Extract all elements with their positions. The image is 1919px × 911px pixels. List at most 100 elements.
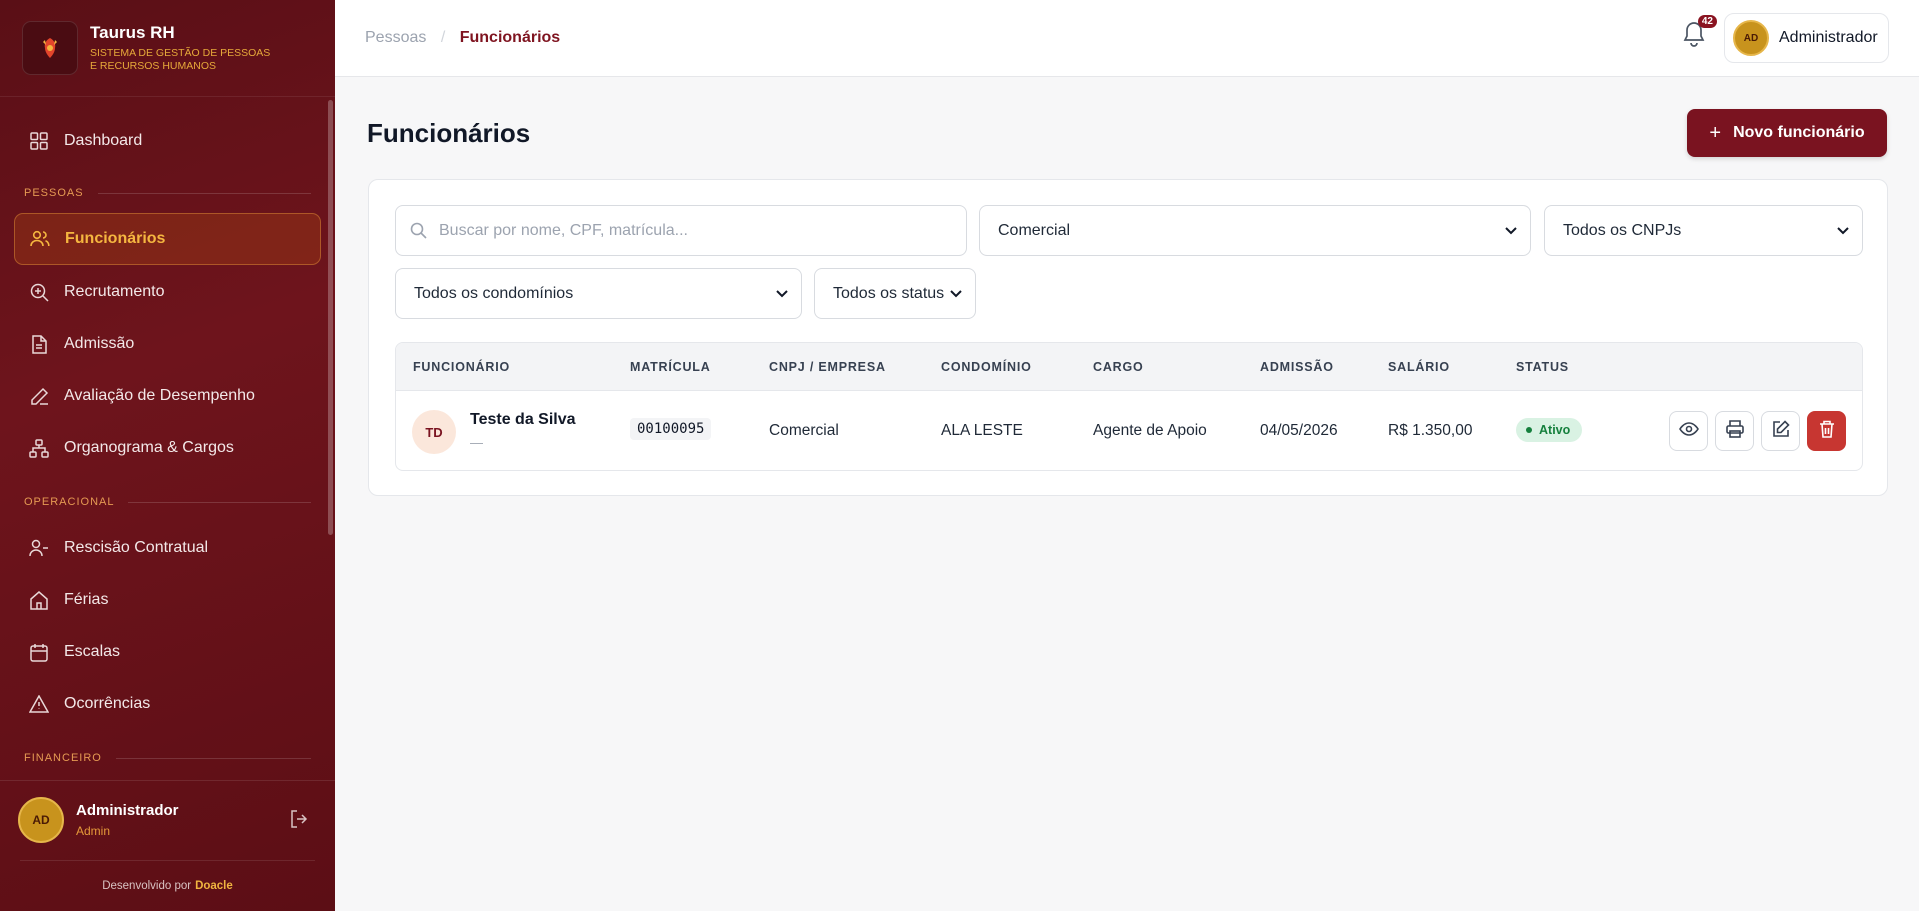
col-status[interactable]: STATUS xyxy=(1516,360,1569,374)
home-icon xyxy=(28,589,50,611)
grid-icon xyxy=(28,130,50,152)
document-icon xyxy=(28,333,50,355)
status-badge: Ativo xyxy=(1516,418,1583,442)
condominio-select[interactable]: Todos os condomínios xyxy=(395,268,802,319)
sidebar-item-label: Recrutamento xyxy=(64,283,165,300)
col-funcionario[interactable]: FUNCIONÁRIO xyxy=(413,360,510,374)
employee-name[interactable]: Teste da Silva xyxy=(470,411,576,429)
employee-admissao: 04/05/2026 xyxy=(1260,422,1338,439)
col-cnpj-empresa[interactable]: CNPJ / EMPRESA xyxy=(769,360,886,374)
employee-cargo: Agente de Apoio xyxy=(1093,422,1207,439)
sidebar-nav: Dashboard PESSOAS Funcionários Recrutame… xyxy=(0,97,335,781)
employee-condominio: ALA LESTE xyxy=(941,422,1023,439)
warning-icon xyxy=(28,693,50,715)
sidebar-item-avaliacao[interactable]: Avaliação de Desempenho xyxy=(14,370,321,422)
col-admissao[interactable]: ADMISSÃO xyxy=(1260,360,1334,374)
breadcrumb-item-pessoas[interactable]: Pessoas xyxy=(365,29,426,46)
sidebar-item-label: Escalas xyxy=(64,643,121,660)
department-select[interactable]: Comercial xyxy=(979,205,1531,256)
employee-subtitle: — xyxy=(470,435,483,450)
sidebar-item-escalas[interactable]: Escalas xyxy=(14,626,321,678)
cnpj-select[interactable]: Todos os CNPJs xyxy=(1544,205,1863,256)
trash-icon xyxy=(1819,420,1835,443)
col-condominio[interactable]: CONDOMÍNIO xyxy=(941,360,1032,374)
print-button[interactable] xyxy=(1715,411,1754,451)
section-financeiro: FINANCEIRO xyxy=(24,738,311,778)
col-salario[interactable]: SALÁRIO xyxy=(1388,360,1450,374)
search-plus-icon xyxy=(28,281,50,303)
plus-icon: + xyxy=(1709,121,1722,144)
topbar: Pessoas / Funcionários 42 AD Administrad… xyxy=(335,0,1919,77)
notifications-button[interactable]: 42 xyxy=(1681,15,1717,51)
employees-table: FUNCIONÁRIO MATRÍCULA CNPJ / EMPRESA CON… xyxy=(395,342,1863,471)
col-cargo[interactable]: CARGO xyxy=(1093,360,1144,374)
col-matricula[interactable]: MATRÍCULA xyxy=(630,360,711,374)
logout-icon[interactable] xyxy=(289,809,309,834)
section-pessoas: PESSOAS xyxy=(24,173,311,213)
chevron-down-icon xyxy=(775,286,789,305)
sidebar-item-ocorrencias[interactable]: Ocorrências xyxy=(14,678,321,730)
section-operacional: OPERACIONAL xyxy=(24,482,311,522)
employee-salario: R$ 1.350,00 xyxy=(1388,422,1473,439)
brand-title: Taurus RH xyxy=(90,23,175,42)
sidebar-item-funcionarios[interactable]: Funcionários xyxy=(14,213,321,265)
footer-text: Desenvolvido por xyxy=(102,880,192,892)
brand: Taurus RH Sistema de Gestão de Pessoas e… xyxy=(0,0,335,97)
breadcrumb: Pessoas / Funcionários xyxy=(365,29,560,47)
user-role: Admin xyxy=(76,824,111,838)
status-label: Ativo xyxy=(1539,423,1571,437)
user-name: Administrador xyxy=(76,802,179,819)
status-dot xyxy=(1526,427,1532,433)
table-row[interactable]: TD Teste da Silva — 00100095 Comercial A… xyxy=(396,391,1862,470)
edit-icon xyxy=(1772,419,1790,443)
sidebar: Taurus RH Sistema de Gestão de Pessoas e… xyxy=(0,0,335,911)
chevron-down-icon xyxy=(949,286,963,305)
search-icon xyxy=(410,222,427,239)
sidebar-item-label: Rescisão Contratual xyxy=(64,539,209,556)
sidebar-item-label: Admissão xyxy=(64,335,135,352)
sidebar-item-label: Férias xyxy=(64,591,109,608)
brand-subtitle: Sistema de Gestão de Pessoas e Recursos … xyxy=(90,47,271,72)
calendar-icon xyxy=(28,641,50,663)
search-placeholder: Buscar por nome, CPF, matrícula... xyxy=(439,221,688,239)
new-employee-button[interactable]: + Novo funcionário xyxy=(1687,109,1887,157)
user-name: Administrador xyxy=(1779,29,1878,46)
notification-count-badge: 42 xyxy=(1697,15,1717,28)
condominio-value: Todos os condomínios xyxy=(414,284,574,302)
delete-button[interactable] xyxy=(1807,411,1846,451)
sidebar-item-label: Avaliação de Desempenho xyxy=(64,387,255,404)
org-chart-icon xyxy=(28,437,50,459)
sidebar-scrollbar[interactable] xyxy=(328,100,333,535)
new-employee-label: Novo funcionário xyxy=(1733,124,1865,141)
users-icon xyxy=(29,228,51,250)
avatar: AD xyxy=(18,797,64,843)
sidebar-item-label: Dashboard xyxy=(64,132,143,149)
user-minus-icon xyxy=(28,537,50,559)
table-header: FUNCIONÁRIO MATRÍCULA CNPJ / EMPRESA CON… xyxy=(396,343,1862,391)
avatar: TD xyxy=(412,410,456,454)
avatar: AD xyxy=(1733,20,1769,56)
chevron-down-icon xyxy=(1504,223,1518,242)
sidebar-item-admissao[interactable]: Admissão xyxy=(14,318,321,370)
pen-icon xyxy=(28,385,50,407)
view-button[interactable] xyxy=(1669,411,1708,451)
sidebar-item-label: Funcionários xyxy=(65,230,166,247)
search-input[interactable]: Buscar por nome, CPF, matrícula... xyxy=(395,205,967,256)
sidebar-item-rescisao[interactable]: Rescisão Contratual xyxy=(14,522,321,574)
edit-button[interactable] xyxy=(1761,411,1800,451)
sidebar-item-organograma[interactable]: Organograma & Cargos xyxy=(14,422,321,474)
status-value: Todos os status xyxy=(833,284,945,302)
employees-card: Buscar por nome, CPF, matrícula... Comer… xyxy=(368,179,1888,496)
department-value: Comercial xyxy=(998,221,1071,239)
sidebar-item-ferias[interactable]: Férias xyxy=(14,574,321,626)
page-title: Funcionários xyxy=(367,118,531,148)
bell-icon xyxy=(1681,22,1707,51)
cnpj-value: Todos os CNPJs xyxy=(1563,221,1682,239)
status-select[interactable]: Todos os status xyxy=(814,268,976,319)
chevron-down-icon xyxy=(1836,223,1850,242)
sidebar-item-recrutamento[interactable]: Recrutamento xyxy=(14,266,321,318)
sidebar-user: AD Administrador Admin xyxy=(0,780,335,859)
sidebar-item-dashboard[interactable]: Dashboard xyxy=(14,115,321,167)
footer-brand[interactable]: Doacle xyxy=(195,880,233,892)
user-menu-button[interactable]: AD Administrador xyxy=(1724,13,1889,63)
